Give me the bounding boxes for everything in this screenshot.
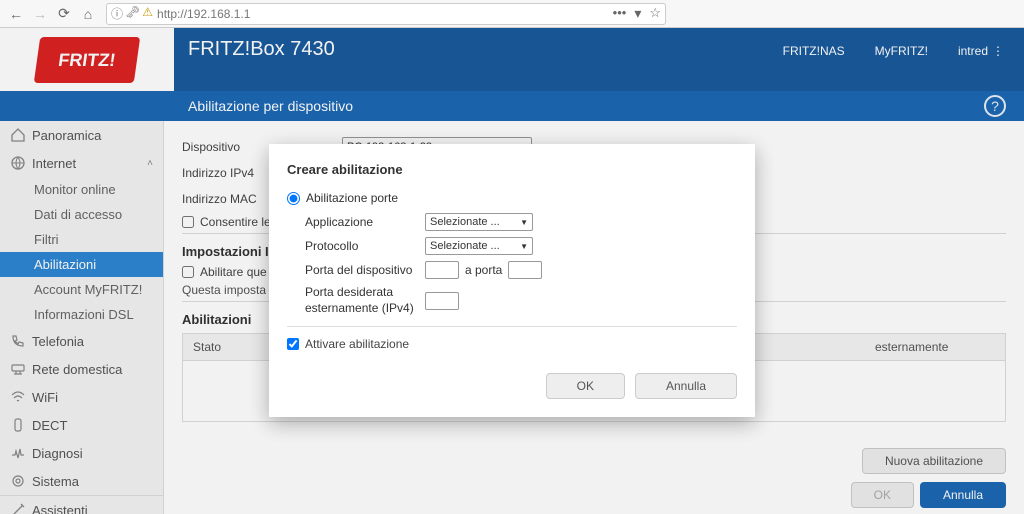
chevron-down-icon: ▼: [520, 242, 528, 251]
application-label: Applicazione: [305, 215, 425, 229]
url-bar[interactable]: ⓘ 🗝 ⚠ http://192.168.1.1 ••• ▾ ☆: [106, 3, 666, 25]
reload-button[interactable]: ⟳: [53, 3, 75, 25]
lock-warning-icon: ⚠: [142, 5, 153, 22]
device-port-from-input[interactable]: [425, 261, 459, 279]
more-icon[interactable]: •••: [613, 5, 627, 22]
modal-ok-button[interactable]: OK: [546, 373, 625, 399]
protocol-select[interactable]: Selezionate ... ▼: [425, 237, 533, 255]
device-port-to-input[interactable]: [508, 261, 542, 279]
browser-toolbar: ← → ⟳ ⌂ ⓘ 🗝 ⚠ http://192.168.1.1 ••• ▾ ☆: [0, 0, 1024, 28]
ext-port-label: Porta desiderata esternamente (IPv4): [305, 285, 425, 316]
modal-cancel-button[interactable]: Annulla: [635, 373, 737, 399]
url-text: http://192.168.1.1: [157, 7, 250, 21]
create-abilitazione-modal: Creare abilitazione Abilitazione porte A…: [269, 144, 755, 417]
port-forward-radio[interactable]: [287, 192, 300, 205]
modal-title: Creare abilitazione: [287, 162, 737, 177]
activate-label: Attivare abilitazione: [305, 337, 409, 351]
device-port-label: Porta del dispositivo: [305, 263, 425, 277]
back-button[interactable]: ←: [5, 3, 27, 25]
port-forward-label: Abilitazione porte: [306, 191, 398, 205]
protocol-value: Selezionate ...: [430, 240, 500, 252]
info-icon: ⓘ: [111, 5, 123, 22]
activate-checkbox[interactable]: [287, 338, 299, 350]
key-icon: 🗝: [125, 5, 140, 22]
modal-overlay: Creare abilitazione Abilitazione porte A…: [0, 28, 1024, 514]
home-button[interactable]: ⌂: [77, 3, 99, 25]
application-value: Selezionate ...: [430, 216, 500, 228]
pocket-icon[interactable]: ▾: [634, 5, 641, 22]
forward-button[interactable]: →: [29, 3, 51, 25]
to-port-label: a porta: [465, 263, 502, 277]
ext-port-input[interactable]: [425, 292, 459, 310]
chevron-down-icon: ▼: [520, 218, 528, 227]
star-icon[interactable]: ☆: [649, 5, 661, 22]
protocol-label: Protocollo: [305, 239, 425, 253]
application-select[interactable]: Selezionate ... ▼: [425, 213, 533, 231]
